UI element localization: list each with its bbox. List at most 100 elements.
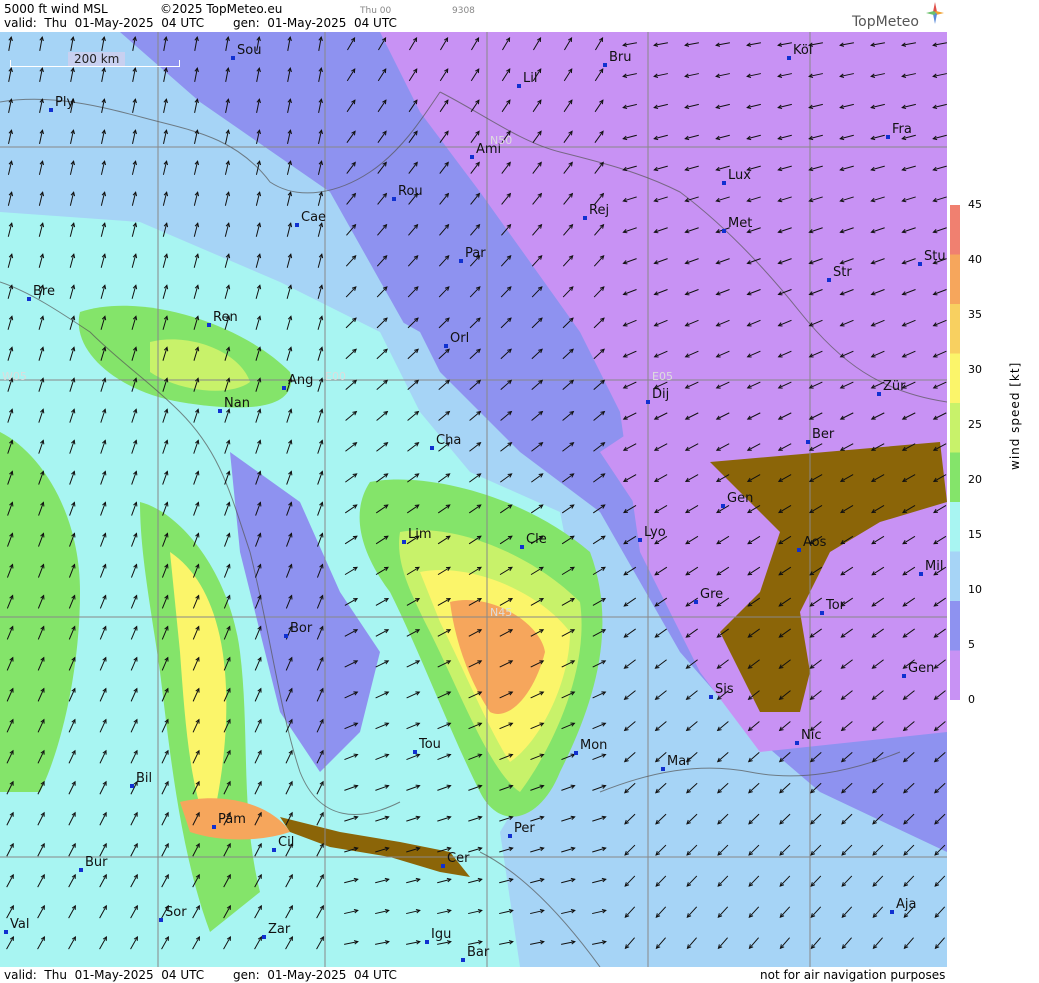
legend-tick: 15 [968,528,982,541]
logo-text: TopMeteo [852,14,919,30]
city-label[interactable]: Lyo [644,525,666,540]
city-label[interactable]: Pam [218,812,246,827]
gen-time: gen: 01-May-2025 04 UTC [233,16,397,30]
city-label[interactable]: Orl [450,331,469,346]
city-label[interactable]: Gen [908,661,934,676]
city-label[interactable]: Ren [213,310,238,325]
city-label[interactable]: Sor [165,905,187,920]
city-label[interactable]: Cle [526,532,547,547]
city-label[interactable]: Ber [812,427,835,442]
city-label[interactable]: Bre [33,284,55,299]
city-label[interactable]: Igu [431,927,451,942]
city-label[interactable]: Zür [883,379,906,394]
colorbar-segment [950,502,960,552]
city-label[interactable]: Val [10,917,29,932]
city-label[interactable]: Gre [700,587,723,602]
run-code: 9308 [452,6,475,16]
colorbar-segment [950,353,960,404]
city-label[interactable]: Ang [288,373,313,388]
city-marker [806,440,810,444]
city-label[interactable]: Sis [715,682,734,697]
city-label[interactable]: Ajа [896,897,916,912]
city-label[interactable]: Tor [825,598,846,613]
city-label[interactable]: Gen [727,491,753,506]
city-marker [820,611,824,615]
city-label[interactable]: Par [465,246,486,261]
city-marker [574,751,578,755]
city-marker [262,935,266,939]
city-label[interactable]: Nan [224,396,250,411]
city-label[interactable]: Lim [408,527,432,542]
city-marker [517,84,521,88]
city-label[interactable]: Zar [268,922,291,937]
city-label[interactable]: Ply [55,95,74,110]
city-label[interactable]: Bor [290,621,313,636]
scale-bar-label: 200 km [68,52,126,66]
valid-time: valid: Thu 01-May-2025 04 UTC [4,16,205,30]
city-label[interactable]: Dij [652,387,669,402]
city-marker [886,135,890,139]
colorbar-segment [950,452,960,503]
city-label[interactable]: Tou [418,737,441,752]
city-marker [638,538,642,542]
city-marker [797,548,801,552]
city-label[interactable]: Bru [609,50,632,65]
city-label[interactable]: Aos [803,535,827,550]
city-label[interactable]: Nic [801,728,821,743]
grid-label-e05: E05 [652,370,673,383]
compass-icon [926,2,944,24]
city-marker [918,262,922,266]
city-label[interactable]: Bur [85,855,108,870]
city-label[interactable]: Fra [892,122,912,137]
grid-label-w05: W05 [2,370,27,383]
legend-tick: 10 [968,583,982,596]
city-marker [694,600,698,604]
city-label[interactable]: Bar [467,945,490,960]
city-label[interactable]: Mar [667,754,692,769]
city-label[interactable]: Sou [237,43,261,58]
city-label[interactable]: Cae [301,210,326,225]
city-label[interactable]: Cer [447,851,470,866]
colorbar-segment [950,403,960,453]
wind-map[interactable]: Sou Ply Lil Bru Köl Ami Fra Lux Rou Cae Rej Met Par S… [0,32,947,967]
city-marker [722,229,726,233]
city-label[interactable]: Mil [925,559,943,574]
city-marker [459,259,463,263]
city-label[interactable]: Lux [728,168,751,183]
city-label[interactable]: Str [833,265,852,280]
city-marker [212,825,216,829]
city-label[interactable]: Cha [436,433,461,448]
city-marker [413,750,417,754]
city-label[interactable]: Per [514,821,535,836]
city-marker [4,930,8,934]
city-label[interactable]: Mon [580,738,607,753]
legend-colorbar [950,205,960,700]
city-label[interactable]: Rej [589,203,609,218]
legend-tick: 0 [968,693,975,706]
copyright: ©2025 TopMeteo.eu [160,2,283,16]
city-label[interactable]: Köl [793,43,812,58]
footer-gen-time: gen: 01-May-2025 04 UTC [233,968,397,982]
city-label[interactable]: Rou [398,184,423,199]
city-marker [430,446,434,450]
city-marker [392,197,396,201]
grid-label-e00: E00 [325,370,346,383]
legend-tick: 25 [968,418,982,431]
city-marker [27,297,31,301]
grid-label-n50: N50 [490,134,512,147]
city-label[interactable]: Met [728,216,752,231]
city-label[interactable]: Cil [278,835,294,850]
city-label[interactable]: Lil [523,71,537,86]
city-marker [795,741,799,745]
topmeteo-logo[interactable]: TopMeteo [852,2,944,30]
city-marker [282,386,286,390]
legend-tick: 45 [968,198,982,211]
city-marker [827,278,831,282]
city-marker [425,940,429,944]
city-label[interactable]: Stu [924,249,946,264]
city-label[interactable]: Bil [136,771,152,786]
footer-valid-time: valid: Thu 01-May-2025 04 UTC [4,968,205,982]
city-marker [461,958,465,962]
city-marker [902,674,906,678]
city-marker [470,155,474,159]
